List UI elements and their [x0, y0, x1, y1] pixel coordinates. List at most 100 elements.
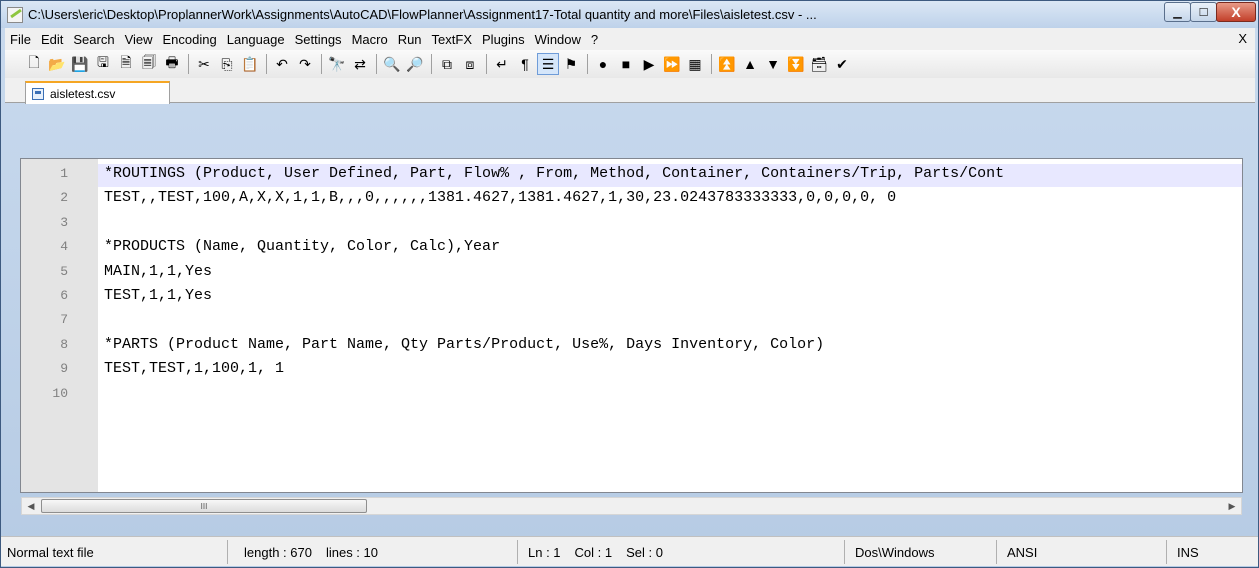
open-file-icon[interactable]: 📂: [46, 53, 68, 75]
save-all-icon[interactable]: 🖫: [92, 53, 114, 75]
close-document-menu-button[interactable]: X: [1238, 31, 1247, 46]
undo-icon[interactable]: ↶: [271, 53, 293, 75]
status-lines-value: lines : 10: [325, 544, 378, 560]
stop-macro-icon[interactable]: ■: [615, 53, 637, 75]
line-number-gutter: 1 2 3 4 5 6 7 8 9 10: [21, 159, 98, 492]
menu-search[interactable]: Search: [68, 32, 119, 47]
status-sel: Sel : 0: [626, 544, 663, 560]
menu-bar: File Edit Search View Encoding Language Settin…: [5, 28, 1255, 50]
zoom-out-icon[interactable]: 🔎: [404, 53, 426, 75]
menu-run[interactable]: Run: [393, 32, 427, 47]
close-all-icon[interactable]: 🗐: [138, 53, 160, 75]
cut-icon[interactable]: ✂: [193, 53, 215, 75]
text-editor[interactable]: 1 2 3 4 5 6 7 8 9 10 *ROUTINGS (Product, User Def…: [20, 158, 1243, 493]
line-number: 7: [60, 312, 68, 328]
status-ln: Ln : 1: [528, 544, 561, 560]
save-icon[interactable]: 💾: [69, 53, 91, 75]
toolbar-separator: [711, 54, 712, 74]
toolbar-separator: [486, 54, 487, 74]
code-line[interactable]: *ROUTINGS (Product, User Defined, Part, …: [104, 165, 1004, 182]
scroll-left-icon[interactable]: ◀: [22, 498, 40, 514]
code-line[interactable]: TEST,,TEST,100,A,X,X,1,1,B,,,0,,,,,,1381…: [104, 189, 896, 206]
status-eol: Dos\Windows: [845, 540, 997, 564]
menu-edit[interactable]: Edit: [36, 32, 68, 47]
save-status-icon: [32, 87, 44, 100]
tab-aisletest-csv[interactable]: aisletest.csv: [25, 81, 170, 104]
record-macro-icon[interactable]: ●: [592, 53, 614, 75]
toolbar-separator: [587, 54, 588, 74]
menu-textfx[interactable]: TextFX: [427, 32, 477, 47]
code-line[interactable]: TEST,TEST,1,100,1, 1: [104, 360, 284, 377]
menu-macro[interactable]: Macro: [347, 32, 393, 47]
toolbar-separator: [431, 54, 432, 74]
menu-encoding[interactable]: Encoding: [158, 32, 222, 47]
toolbar: 🗋 📂 💾 🖫 🗎 🗐 🖶 ✂ ⎘ 📋 ↶ ↷ 🔭 ⇄ 🔍 🔎 ⧉ ⧈ ↵ ¶ ☰ ⚑ ● ■ ▶ ⏩ ▦ ⏫ ▲ ▼ ⏬ 🗃 ✔: [5, 50, 1255, 78]
replace-icon[interactable]: ⇄: [349, 53, 371, 75]
minimize-icon: ▁: [1173, 6, 1182, 19]
sync-horizontal-icon[interactable]: ⧈: [459, 53, 481, 75]
print-icon[interactable]: 🖶: [161, 53, 183, 75]
toolbar-separator: [376, 54, 377, 74]
menu-view[interactable]: View: [120, 32, 158, 47]
tab-label: aisletest.csv: [50, 86, 116, 101]
paste-icon[interactable]: 📋: [239, 53, 261, 75]
redo-icon[interactable]: ↷: [294, 53, 316, 75]
code-area[interactable]: *ROUTINGS (Product, User Defined, Part, …: [98, 159, 1242, 492]
spell-check-icon[interactable]: ✔: [831, 53, 853, 75]
line-number: 3: [60, 214, 68, 230]
horizontal-scrollbar[interactable]: ◀ III ▶: [21, 497, 1242, 515]
title-bar[interactable]: C:\Users\eric\Desktop\ProplannerWork\Ass…: [1, 1, 1258, 28]
line-number: 1: [60, 166, 68, 181]
code-line[interactable]: MAIN,1,1,Yes: [104, 263, 212, 280]
indent-guide-icon[interactable]: ☰: [537, 53, 559, 75]
move-bottom-icon[interactable]: ⏬: [785, 53, 807, 75]
code-line[interactable]: *PARTS (Product Name, Part Name, Qty Par…: [104, 336, 824, 353]
status-length-value: length : 670: [244, 544, 312, 560]
status-insert-mode: INS: [1177, 544, 1199, 560]
status-position: Ln : 1 Col : 1 Sel : 0: [518, 540, 845, 564]
save-macro-icon[interactable]: ▦: [684, 53, 706, 75]
minimize-button[interactable]: ▁: [1164, 2, 1191, 22]
clipboard-icon[interactable]: 🗃: [808, 53, 830, 75]
move-top-icon[interactable]: ⏫: [716, 53, 738, 75]
menu-plugins[interactable]: Plugins: [477, 32, 530, 47]
move-up-icon[interactable]: ▲: [739, 53, 761, 75]
line-number: 9: [60, 361, 68, 377]
close-icon[interactable]: 🗎: [115, 53, 137, 75]
new-file-icon[interactable]: 🗋: [23, 53, 45, 75]
window-title: C:\Users\eric\Desktop\ProplannerWork\Ass…: [28, 7, 817, 22]
toolbar-separator: [321, 54, 322, 74]
code-line[interactable]: TEST,1,1,Yes: [104, 287, 212, 304]
menu-file[interactable]: File: [5, 32, 36, 47]
run-macro-multiple-icon[interactable]: ⏩: [661, 53, 683, 75]
toolbar-separator: [266, 54, 267, 74]
move-down-icon[interactable]: ▼: [762, 53, 784, 75]
menu-settings[interactable]: Settings: [290, 32, 347, 47]
find-icon[interactable]: 🔭: [326, 53, 348, 75]
show-all-chars-icon[interactable]: ¶: [514, 53, 536, 75]
status-bar: Normal text file length : 670 lines : 10 …: [1, 536, 1258, 566]
app-icon[interactable]: [7, 7, 23, 23]
copy-icon[interactable]: ⎘: [216, 53, 238, 75]
scroll-right-icon[interactable]: ▶: [1223, 498, 1241, 514]
line-number: 2: [60, 190, 68, 206]
menu-window[interactable]: Window: [530, 32, 586, 47]
sync-vertical-icon[interactable]: ⧉: [436, 53, 458, 75]
scrollbar-thumb[interactable]: III: [41, 499, 367, 513]
menu-language[interactable]: Language: [222, 32, 290, 47]
play-macro-icon[interactable]: ▶: [638, 53, 660, 75]
notepad-plus-plus-window: C:\Users\eric\Desktop\ProplannerWork\Ass…: [0, 0, 1259, 568]
toolbar-separator: [188, 54, 189, 74]
menu-help[interactable]: ?: [586, 32, 603, 47]
user-language-icon[interactable]: ⚑: [560, 53, 582, 75]
word-wrap-icon[interactable]: ↵: [491, 53, 513, 75]
code-line[interactable]: *PRODUCTS (Name, Quantity, Color, Calc),…: [104, 238, 500, 255]
zoom-in-icon[interactable]: 🔍: [381, 53, 403, 75]
line-number: 8: [60, 336, 68, 352]
status-length: length : 670 lines : 10: [228, 540, 518, 564]
grip-icon: III: [200, 501, 208, 511]
line-number: 5: [60, 263, 68, 279]
maximize-button[interactable]: ☐: [1190, 2, 1217, 22]
status-encoding: ANSI: [997, 540, 1167, 564]
close-window-button[interactable]: X: [1216, 2, 1256, 22]
